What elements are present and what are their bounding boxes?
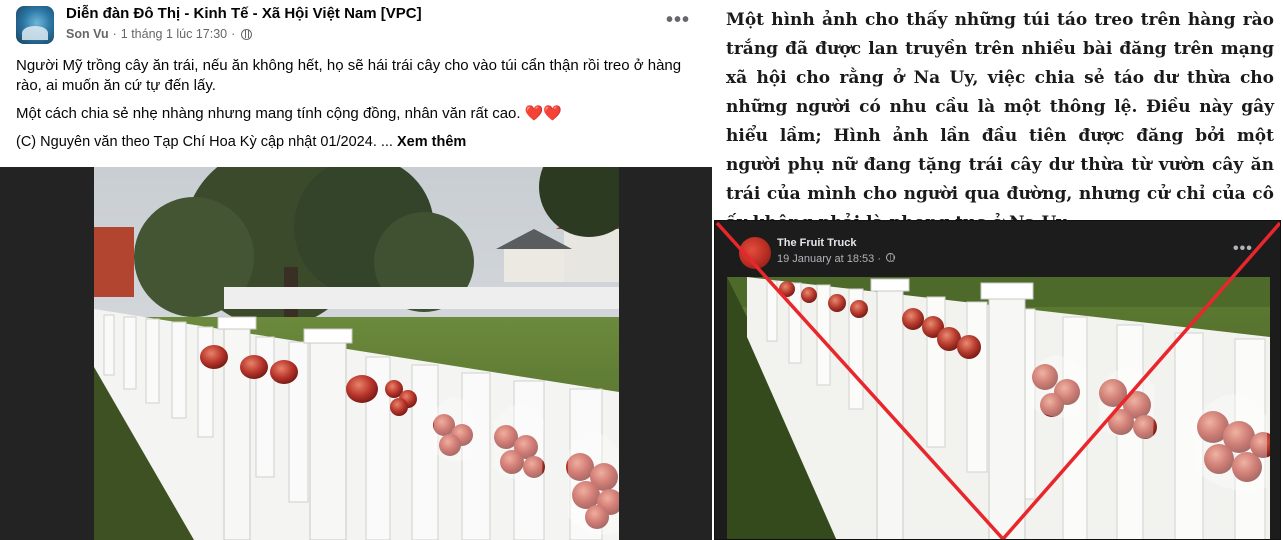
article-paragraph: Một hình ảnh cho thấy những túi táo treo… [726, 10, 1274, 233]
post-photo-frame[interactable] [0, 167, 712, 540]
embedded-original-post: The Fruit Truck 19 January at 18:53 · ••… [714, 220, 1281, 540]
meta-separator-2: · [231, 27, 236, 41]
embed-date: 19 January at 18:53 [777, 253, 875, 265]
meta-separator: · [112, 27, 117, 41]
post-meta: Son Vu · 1 tháng 1 lúc 17:30 · [66, 27, 253, 41]
more-options-icon[interactable]: ••• [666, 10, 690, 30]
post-timestamp[interactable]: 1 tháng 1 lúc 17:30 [121, 27, 227, 41]
post-paragraph-3-text: (C) Nguyên văn theo Tạp Chí Hoa Kỳ cập n… [16, 134, 393, 150]
post-body: Người Mỹ trồng cây ăn trái, nếu ăn không… [16, 56, 696, 160]
embed-date-row: 19 January at 18:53 · [777, 253, 896, 265]
fact-check-panel: Một hình ảnh cho thấy những túi táo treo… [712, 0, 1283, 540]
embed-globe-icon [886, 253, 896, 262]
post-paragraph-3: (C) Nguyên văn theo Tạp Chí Hoa Kỳ cập n… [16, 132, 696, 152]
author-link[interactable]: Son Vu [66, 27, 109, 41]
post-paragraph-2: Một cách chia sẻ nhẹ nhàng nhưng mang tí… [16, 104, 696, 124]
post-paragraph-1: Người Mỹ trồng cây ăn trái, nếu ăn không… [16, 57, 682, 94]
embed-more-icon: ••• [1233, 240, 1253, 257]
embed-apples-photo [727, 277, 1270, 539]
group-avatar[interactable] [16, 6, 54, 44]
embed-apples-illustration [727, 277, 1270, 539]
heart-emoji-icon: ❤️❤️ [524, 105, 563, 122]
group-name-link[interactable]: Diễn đàn Đô Thị - Kinh Tế - Xã Hội Việt … [66, 5, 422, 22]
globe-icon [241, 28, 253, 40]
fruit-truck-avatar [739, 237, 771, 269]
facebook-post: Diễn đàn Đô Thị - Kinh Tế - Xã Hội Việt … [0, 0, 712, 540]
see-more-link[interactable]: Xem thêm [397, 134, 466, 150]
post-paragraph-2-text: Một cách chia sẻ nhẹ nhàng nhưng mang tí… [16, 105, 521, 122]
embed-page-name: The Fruit Truck [777, 237, 857, 249]
apples-fence-photo[interactable] [94, 167, 619, 540]
embed-date-separator: · [877, 253, 881, 265]
apples-fence-illustration [94, 167, 619, 540]
